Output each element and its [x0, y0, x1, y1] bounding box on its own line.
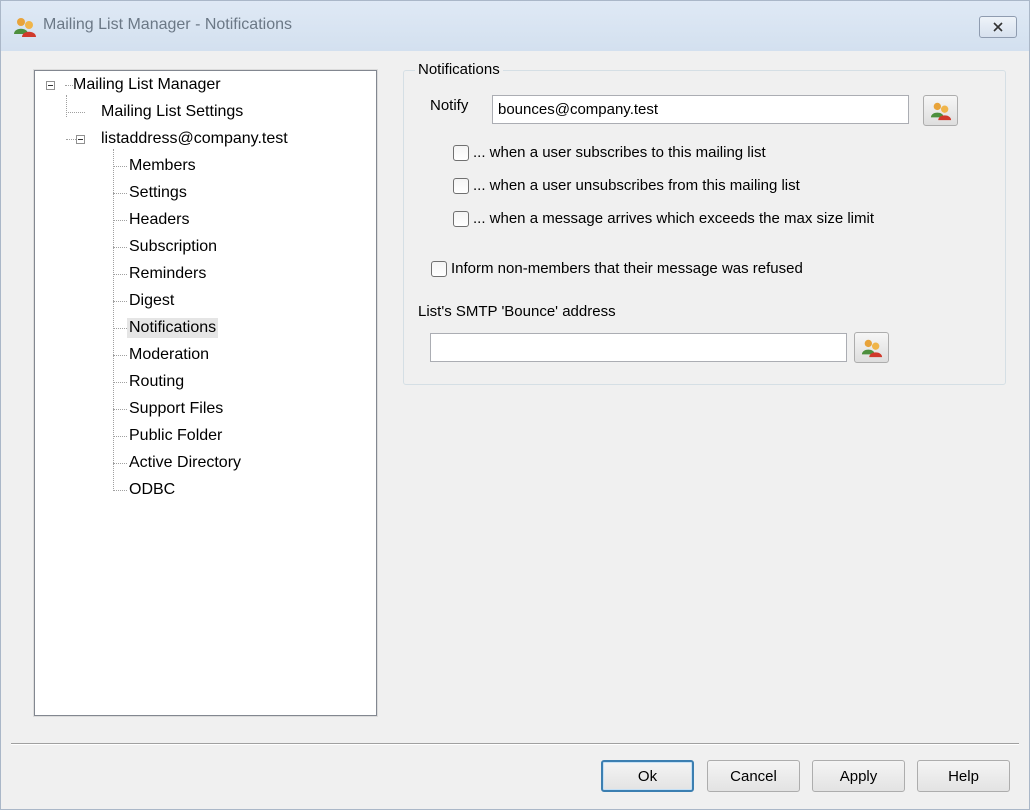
- tree-item-notifications[interactable]: Notifications: [127, 318, 219, 338]
- tree-item-settings[interactable]: Settings: [129, 183, 187, 203]
- ok-button[interactable]: Ok: [601, 760, 694, 792]
- tree-connector: [113, 193, 127, 194]
- tree-connector: [113, 382, 127, 383]
- tree-connector: [113, 274, 127, 275]
- close-button[interactable]: [979, 16, 1017, 38]
- tree-connector: [113, 490, 127, 491]
- bounce-address-label: List's SMTP 'Bounce' address: [418, 303, 616, 320]
- tree-item-mailing-list-settings[interactable]: Mailing List Settings: [101, 102, 243, 122]
- tree-item-root[interactable]: Mailing List Manager: [73, 75, 221, 95]
- checkbox-box[interactable]: [453, 177, 469, 194]
- tree-item-headers[interactable]: Headers: [129, 210, 189, 230]
- tree-item-odbc[interactable]: ODBC: [129, 480, 175, 500]
- tree-connector: [113, 166, 127, 167]
- tree-item-routing[interactable]: Routing: [129, 372, 184, 392]
- subscribe-checkbox[interactable]: ... when a user subscribes to this maili…: [453, 144, 766, 161]
- tree-connector: [66, 112, 85, 113]
- tree-connector: [113, 301, 127, 302]
- apply-button[interactable]: Apply: [812, 760, 905, 792]
- tree-item-subscription[interactable]: Subscription: [129, 237, 217, 257]
- tree-item-active-directory[interactable]: Active Directory: [129, 453, 241, 473]
- cancel-button[interactable]: Cancel: [707, 760, 800, 792]
- max-size-checkbox-label[interactable]: ... when a message arrives which exceeds…: [473, 210, 874, 227]
- group-title: Notifications: [415, 61, 503, 78]
- notify-label: Notify: [430, 97, 469, 114]
- tree-connector: [113, 328, 127, 329]
- checkbox-box[interactable]: [453, 210, 469, 227]
- settings-tree[interactable]: Mailing List Manager Mailing List Settin…: [34, 70, 377, 716]
- tree-connector: [113, 247, 127, 248]
- users-group-icon: [861, 339, 882, 357]
- tree-connector: [65, 85, 73, 86]
- unsubscribe-checkbox-label[interactable]: ... when a user unsubscribes from this m…: [473, 177, 800, 194]
- tree-item-moderation[interactable]: Moderation: [129, 345, 209, 365]
- tree-connector: [113, 220, 127, 221]
- subscribe-checkbox-label[interactable]: ... when a user subscribes to this maili…: [473, 144, 766, 161]
- close-icon: [993, 22, 1003, 32]
- checkbox-box[interactable]: [431, 260, 447, 277]
- users-group-icon: [14, 18, 36, 37]
- help-button[interactable]: Help: [917, 760, 1010, 792]
- tree-item-digest[interactable]: Digest: [129, 291, 174, 311]
- footer-separator: [11, 743, 1019, 745]
- tree-item-list[interactable]: listaddress@company.test: [101, 129, 288, 149]
- tree-item-support-files[interactable]: Support Files: [129, 399, 223, 419]
- window-title: Mailing List Manager - Notifications: [43, 16, 292, 33]
- unsubscribe-checkbox[interactable]: ... when a user unsubscribes from this m…: [453, 177, 800, 194]
- notify-input[interactable]: [492, 95, 909, 124]
- tree-connector: [113, 409, 127, 410]
- tree-item-public-folder[interactable]: Public Folder: [129, 426, 222, 446]
- tree-connector: [113, 355, 127, 356]
- inform-non-members-label[interactable]: Inform non-members that their message wa…: [451, 260, 803, 277]
- collapse-icon[interactable]: [46, 81, 55, 90]
- tree-connector: [113, 436, 127, 437]
- tree-connector: [113, 463, 127, 464]
- title-bar: Mailing List Manager - Notifications: [1, 1, 1029, 51]
- tree-connector: [66, 95, 67, 117]
- max-size-checkbox[interactable]: ... when a message arrives which exceeds…: [453, 210, 874, 227]
- dialog-window: Mailing List Manager - Notifications Mai…: [0, 0, 1030, 810]
- bounce-address-input[interactable]: [430, 333, 847, 362]
- collapse-icon[interactable]: [76, 135, 85, 144]
- tree-connector: [66, 139, 76, 140]
- notify-address-book-button[interactable]: [923, 95, 958, 126]
- tree-connector: [113, 149, 114, 491]
- users-group-icon: [930, 102, 951, 120]
- checkbox-box[interactable]: [453, 144, 469, 161]
- tree-item-members[interactable]: Members: [129, 156, 196, 176]
- tree-item-reminders[interactable]: Reminders: [129, 264, 206, 284]
- bounce-address-book-button[interactable]: [854, 332, 889, 363]
- inform-non-members-checkbox[interactable]: Inform non-members that their message wa…: [431, 260, 803, 277]
